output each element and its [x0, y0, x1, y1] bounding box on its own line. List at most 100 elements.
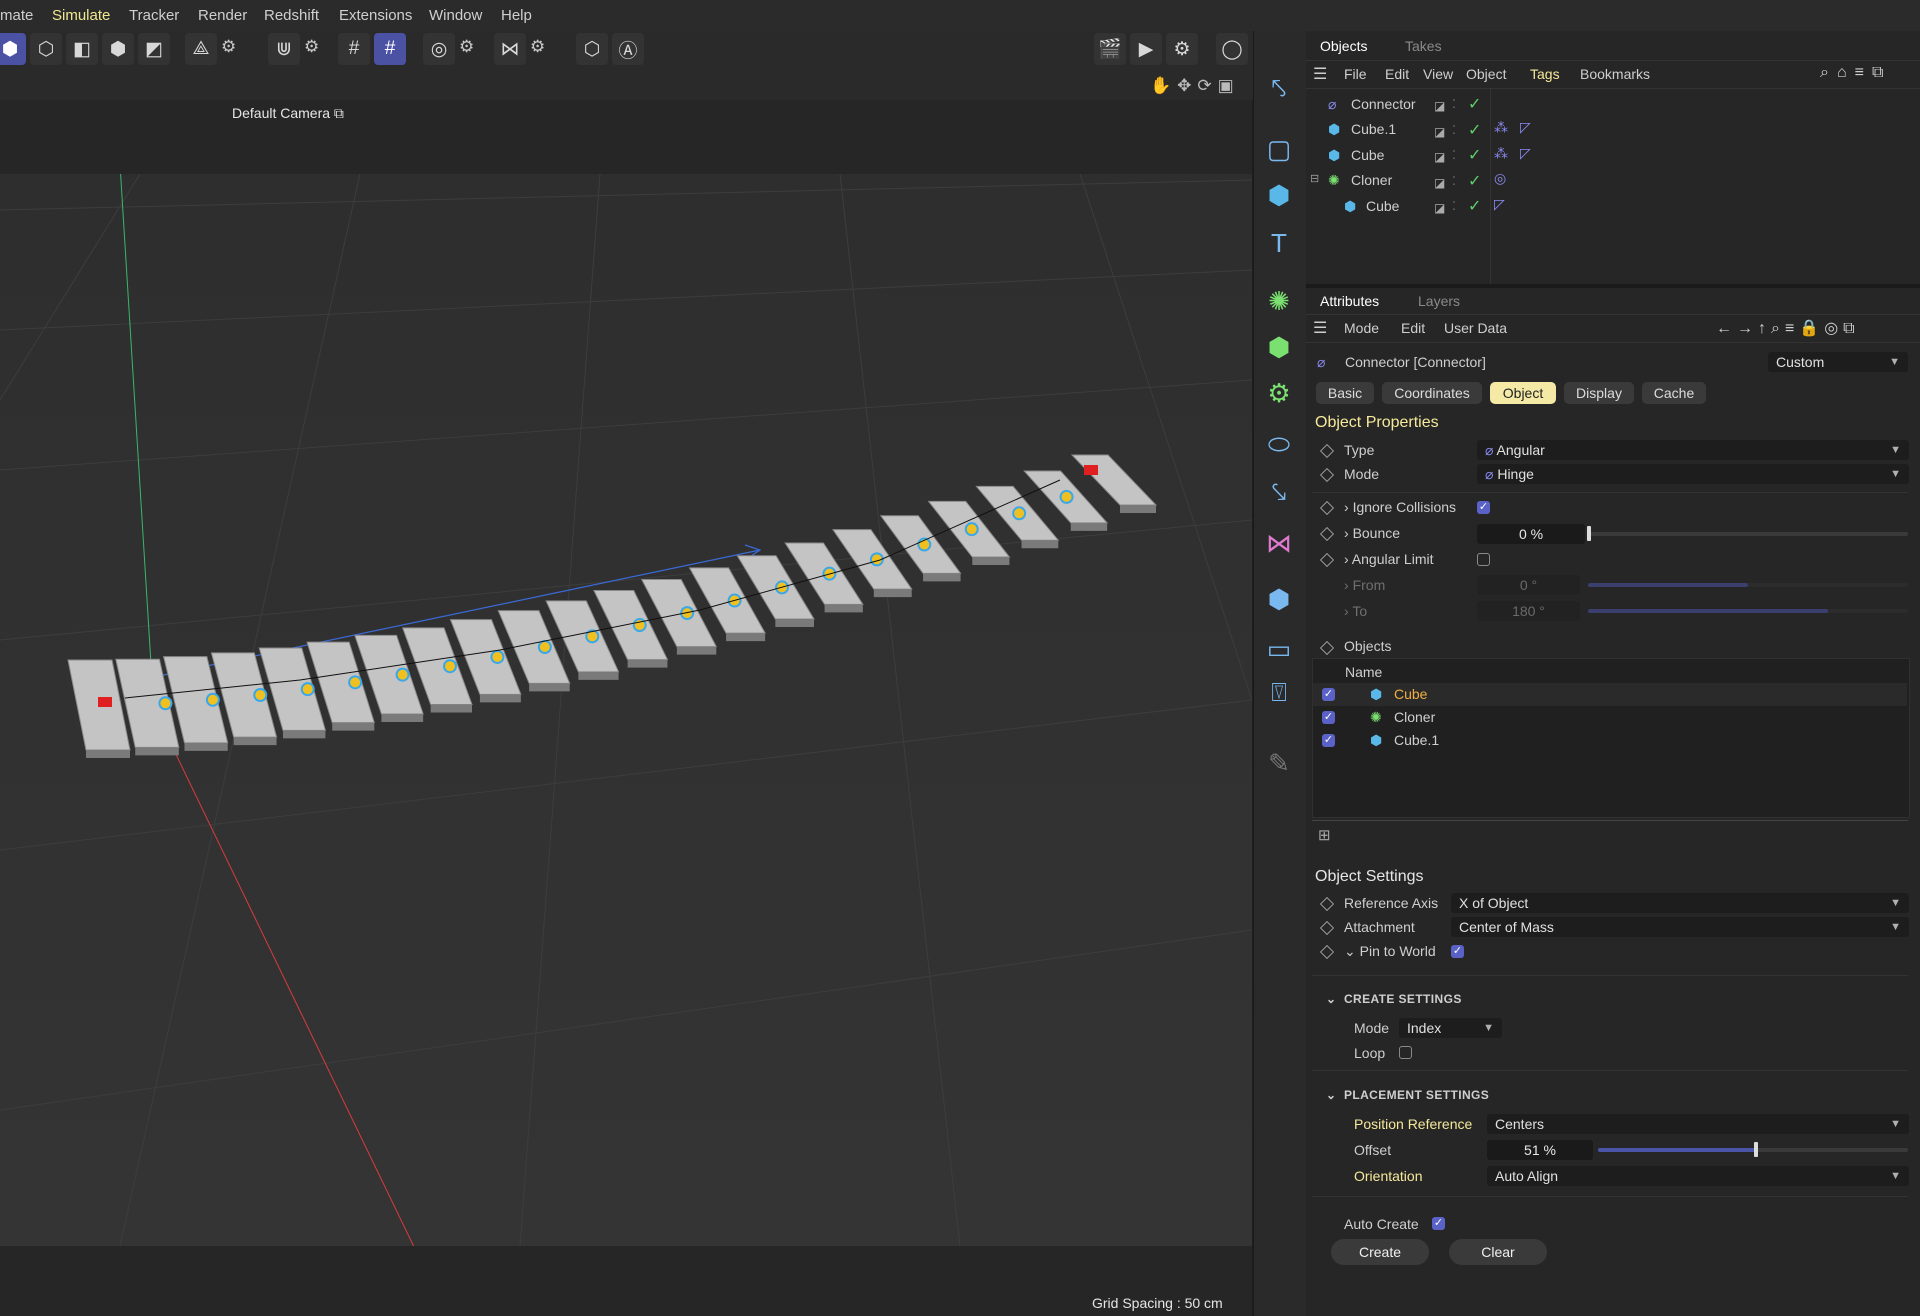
viewport-scene[interactable]: Y Z X [0, 100, 1252, 1316]
ignore-collisions-checkbox[interactable]: ✓ [1477, 501, 1490, 514]
navigation-icons[interactable]: ✋✥⟳▣ [1150, 76, 1240, 96]
tab-coordinates[interactable]: Coordinates [1382, 382, 1482, 404]
camera-label[interactable]: Default Camera ⧉ [232, 105, 344, 122]
render-settings-icon[interactable]: ⚙ [1166, 33, 1198, 65]
phong-tag-icon[interactable]: ◸ [1494, 196, 1505, 213]
axis-icon[interactable]: ⟁ [185, 33, 217, 65]
preset-dropdown[interactable]: Custom ▼ [1768, 352, 1908, 372]
softselect-icon[interactable]: ◎ [423, 33, 455, 65]
objects-menu-object[interactable]: Object [1466, 66, 1506, 82]
cube-icon[interactable]: ⬢ [1258, 174, 1300, 216]
grid-icon[interactable]: # [338, 33, 370, 65]
menu-render[interactable]: Render [198, 7, 247, 24]
tree-item-cube-1[interactable]: Cube.1 [1351, 121, 1396, 137]
bounce-field[interactable]: 0 % [1477, 524, 1585, 544]
gear-icon[interactable]: ⚙ [530, 37, 545, 57]
phong-tag-icon[interactable]: ◸ [1520, 145, 1531, 162]
tree-item-connector[interactable]: Connector [1351, 96, 1416, 112]
list-item-checkbox[interactable]: ✓ [1322, 734, 1335, 747]
rigid-body-tag-icon[interactable]: ⁂ [1494, 119, 1508, 136]
hamburger-icon[interactable]: ☰ [1313, 318, 1327, 338]
offset-slider-handle[interactable] [1754, 1142, 1758, 1157]
orientation-dropdown[interactable]: Auto Align ▼ [1487, 1166, 1909, 1186]
tree-item-cloner[interactable]: Cloner [1351, 172, 1392, 188]
type-dropdown[interactable]: ⌀ Angular ▼ [1477, 440, 1909, 460]
symmetry-icon[interactable]: ⋈ [494, 33, 526, 65]
rigid-body-tag-icon[interactable]: ⁂ [1494, 145, 1508, 162]
light-icon[interactable]: ⍔ [1258, 672, 1300, 714]
objects-menu-tags[interactable]: Tags [1530, 66, 1560, 82]
tree-item-cube-child[interactable]: Cube [1366, 198, 1399, 214]
bounce-slider[interactable] [1588, 532, 1908, 536]
objects-menu-bookmarks[interactable]: Bookmarks [1580, 66, 1650, 82]
menu-extensions[interactable]: Extensions [339, 7, 412, 24]
attr-toolbar-icons[interactable]: ←→↑⌕≡🔒◎⧉ [1716, 318, 1860, 338]
menu-redshift[interactable]: Redshift [264, 7, 319, 24]
create-mode-dropdown[interactable]: Index ▼ [1399, 1018, 1502, 1038]
mode-dropdown[interactable]: ⌀ Hinge ▼ [1477, 464, 1909, 484]
cloner-icon[interactable]: ✺ [1258, 280, 1300, 322]
placement-settings-section[interactable]: ⌄ PLACEMENT SETTINGS [1326, 1088, 1489, 1102]
edges-mode-icon[interactable]: ◧ [66, 33, 98, 65]
list-item-cloner[interactable]: Cloner [1394, 709, 1435, 725]
auto-create-checkbox[interactable]: ✓ [1432, 1217, 1445, 1230]
effector-icon[interactable]: ⚙ [1258, 372, 1300, 414]
list-item-cube-1[interactable]: Cube.1 [1394, 732, 1439, 748]
attr-menu-user-data[interactable]: User Data [1444, 320, 1507, 336]
layer-toggles[interactable]: ◪ ◪ ◪ ◪ ◪ [1434, 94, 1445, 222]
polygons-mode-icon[interactable]: ⬢ [102, 33, 134, 65]
autokey-icon[interactable]: Ⓐ [612, 33, 644, 65]
create-settings-section[interactable]: ⌄ CREATE SETTINGS [1326, 992, 1462, 1006]
workplane-icon[interactable]: # [374, 33, 406, 65]
points-mode-icon[interactable]: ⬡ [30, 33, 62, 65]
deformer-icon[interactable]: ⬭ [1258, 424, 1300, 466]
generator-icon[interactable]: ⋈ [1258, 522, 1300, 564]
menu-help[interactable]: Help [501, 7, 532, 24]
text-icon[interactable]: T [1258, 222, 1300, 264]
rectangle-icon[interactable]: ▢ [1258, 128, 1300, 170]
tree-item-cube[interactable]: Cube [1351, 147, 1384, 163]
gear-icon[interactable]: ⚙ [459, 37, 474, 57]
tab-display[interactable]: Display [1564, 382, 1634, 404]
list-item-checkbox[interactable]: ✓ [1322, 711, 1335, 724]
offset-field[interactable]: 51 % [1487, 1140, 1593, 1160]
list-item-checkbox[interactable]: ✓ [1322, 688, 1335, 701]
hamburger-icon[interactable]: ☰ [1313, 64, 1327, 84]
menu-animate[interactable]: mate [0, 7, 33, 24]
attachment-dropdown[interactable]: Center of Mass ▼ [1451, 917, 1909, 937]
attr-menu-mode[interactable]: Mode [1344, 320, 1379, 336]
visibility-dots[interactable]: ⁚ ⁚ ⁚ ⁚ ⁚ [1452, 92, 1456, 220]
objects-toolbar-icons[interactable]: ⌕⌂≡⧉ [1820, 64, 1891, 82]
loop-checkbox[interactable] [1399, 1046, 1412, 1059]
collapse-icon[interactable]: ⊟ [1310, 172, 1319, 185]
create-button[interactable]: Create [1331, 1239, 1429, 1265]
environment-icon[interactable]: ⬢ [1258, 578, 1300, 620]
viewport[interactable]: Y Z X [0, 100, 1252, 1316]
model-mode-icon[interactable]: ⬢ [0, 33, 26, 65]
menu-simulate[interactable]: Simulate [52, 7, 110, 24]
uv-mode-icon[interactable]: ◩ [138, 33, 170, 65]
tab-layers[interactable]: Layers [1418, 293, 1460, 309]
tab-objects[interactable]: Objects [1320, 38, 1367, 54]
objects-menu-file[interactable]: File [1344, 66, 1367, 82]
camera-icon[interactable]: ▭ [1258, 628, 1300, 670]
sculpt-icon[interactable]: ✎ [1258, 742, 1300, 784]
add-folder-icon[interactable]: ⊞ [1318, 826, 1331, 844]
reference-axis-dropdown[interactable]: X of Object ▼ [1451, 893, 1909, 913]
render-icon[interactable]: ▶ [1130, 33, 1162, 65]
fracture-icon[interactable]: ⬢ [1258, 326, 1300, 368]
attr-menu-edit[interactable]: Edit [1401, 320, 1425, 336]
render-view-icon[interactable]: 🎬 [1094, 33, 1126, 65]
tab-basic[interactable]: Basic [1316, 382, 1374, 404]
tab-cache[interactable]: Cache [1642, 382, 1706, 404]
coordinate-system-icon[interactable]: ⤣ [1258, 68, 1300, 110]
bounce-slider-handle[interactable] [1587, 526, 1591, 541]
dynamics-tag-icon[interactable]: ◎ [1494, 170, 1506, 187]
objects-menu-view[interactable]: View [1423, 66, 1453, 82]
list-item-cube[interactable]: Cube [1394, 686, 1427, 702]
enabled-checks[interactable]: ✓ ✓ ✓ ✓ ✓ [1468, 92, 1481, 220]
field-icon[interactable]: ⤥ [1258, 472, 1300, 514]
angular-limit-checkbox[interactable] [1477, 553, 1490, 566]
tab-object[interactable]: Object [1490, 382, 1556, 404]
menu-window[interactable]: Window [429, 7, 482, 24]
